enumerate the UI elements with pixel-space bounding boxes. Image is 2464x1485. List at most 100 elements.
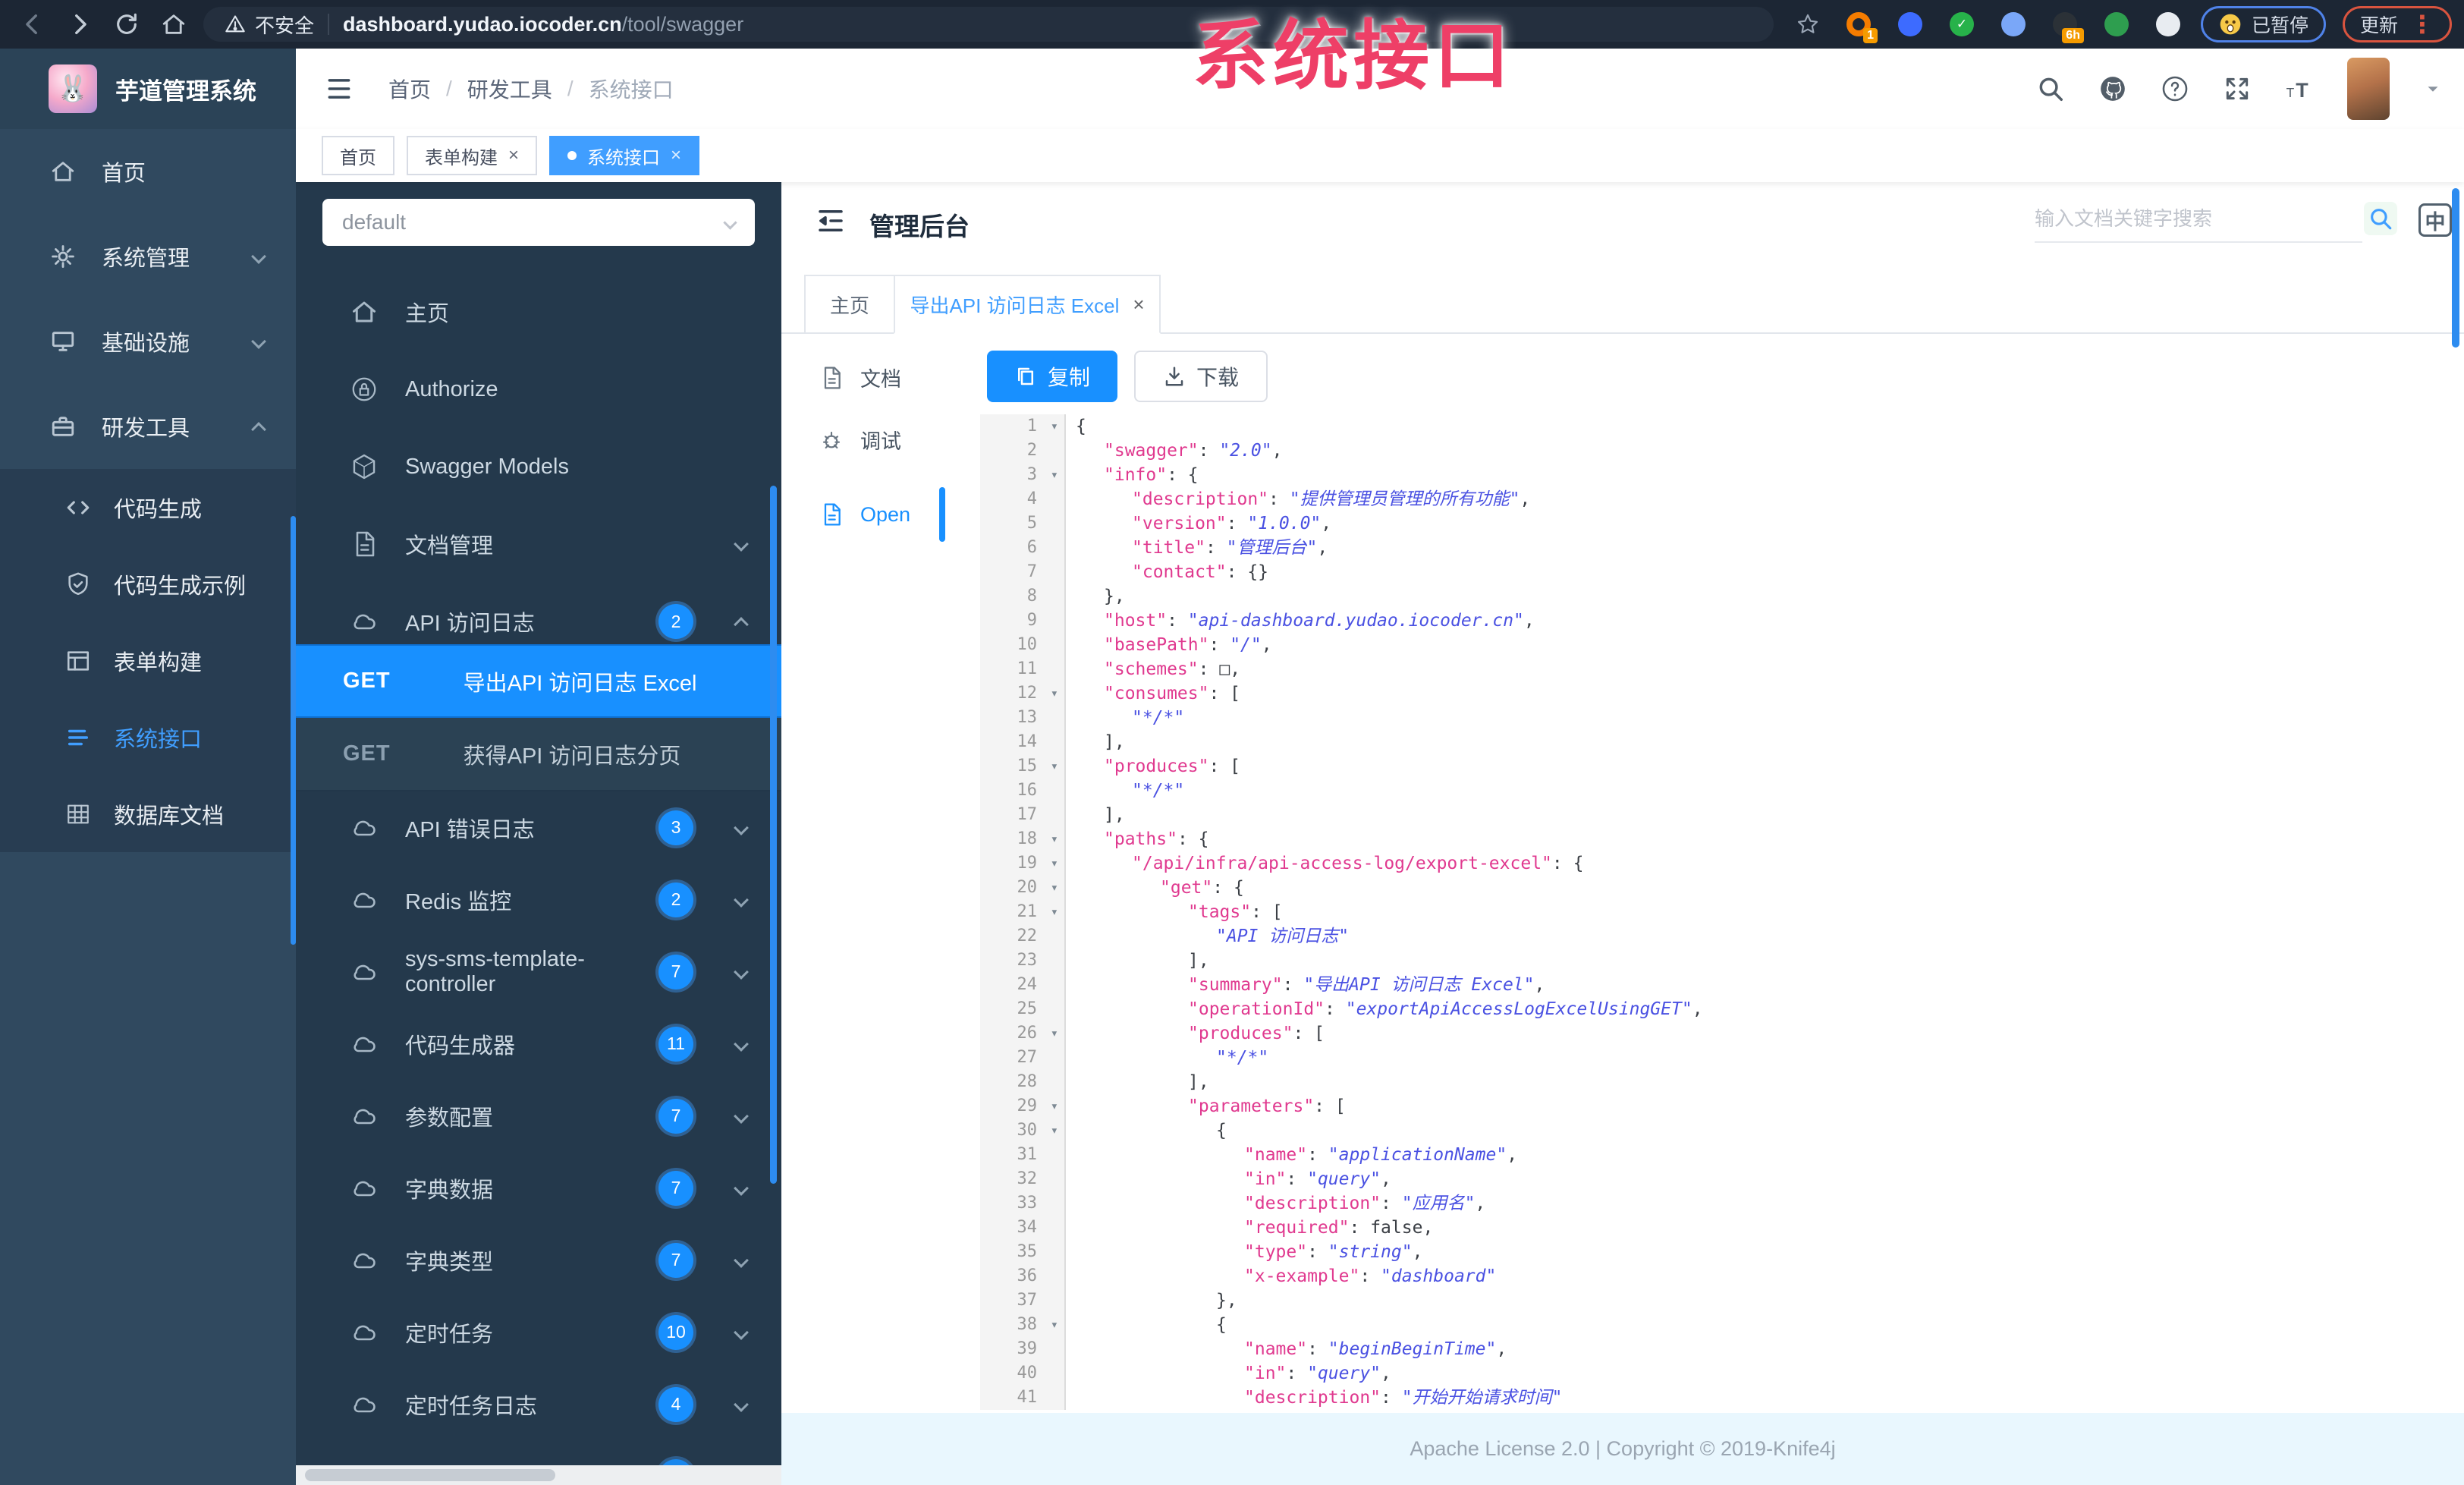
- line-number[interactable]: 19 ▾: [980, 851, 1066, 876]
- close-icon[interactable]: ×: [671, 145, 681, 166]
- line-number[interactable]: 5: [980, 511, 1066, 536]
- tag-tab[interactable]: 表单构建 ×: [407, 136, 538, 175]
- sidebar-subitem[interactable]: 代码生成示例: [0, 546, 296, 622]
- line-number[interactable]: 12 ▾: [980, 681, 1066, 706]
- api-operation-item[interactable]: GET 导出API 访问日志 Excel: [296, 644, 781, 718]
- fold-icon[interactable]: ▾: [1051, 900, 1058, 924]
- fold-icon[interactable]: ▾: [1051, 827, 1058, 851]
- menu-fold-icon[interactable]: [815, 205, 847, 237]
- line-number[interactable]: 34: [980, 1216, 1066, 1240]
- line-number[interactable]: 4: [980, 487, 1066, 511]
- rail-item-0[interactable]: 文档: [819, 363, 901, 392]
- line-number[interactable]: 7: [980, 560, 1066, 584]
- swagger-menu-item[interactable]: 代码生成器 11: [296, 1008, 781, 1080]
- fold-icon[interactable]: ▾: [1051, 1021, 1058, 1046]
- rail-item-1[interactable]: 调试: [819, 425, 901, 455]
- line-number[interactable]: 32: [980, 1167, 1066, 1191]
- line-number[interactable]: 20 ▾: [980, 876, 1066, 900]
- fullscreen-icon[interactable]: [2223, 74, 2252, 103]
- font-size-icon[interactable]: TT: [2285, 74, 2314, 103]
- hscrollbar-thumb[interactable]: [305, 1469, 555, 1481]
- line-number[interactable]: 2: [980, 439, 1066, 463]
- line-number[interactable]: 10: [980, 633, 1066, 657]
- line-number[interactable]: 37: [980, 1288, 1066, 1313]
- browser-forward-icon[interactable]: [67, 11, 93, 37]
- fold-icon[interactable]: ▾: [1051, 414, 1058, 439]
- line-number[interactable]: 27: [980, 1046, 1066, 1070]
- api-group-select[interactable]: default: [322, 199, 755, 246]
- line-number[interactable]: 25: [980, 997, 1066, 1021]
- line-number[interactable]: 17: [980, 803, 1066, 827]
- tag-tab[interactable]: 系统接口 ×: [549, 136, 700, 175]
- main-scrollbar[interactable]: [2452, 188, 2459, 348]
- swagger-menu-item[interactable]: Authorize: [296, 351, 781, 428]
- download-button[interactable]: 下载: [1134, 351, 1268, 402]
- fold-icon[interactable]: ▾: [1051, 1118, 1058, 1143]
- browser-extension-icon[interactable]: [1997, 8, 2029, 40]
- browser-back-icon[interactable]: [20, 11, 46, 37]
- line-number[interactable]: 24: [980, 973, 1066, 997]
- breadcrumb-item[interactable]: 首页: [388, 74, 431, 104]
- browser-extension-icon[interactable]: ✓: [1946, 8, 1978, 40]
- swagger-sidebar-hscrollbar[interactable]: [296, 1465, 781, 1485]
- line-number[interactable]: 22: [980, 924, 1066, 949]
- sidebar-item[interactable]: 基础设施: [0, 299, 296, 384]
- swagger-menu-item[interactable]: 文档管理: [296, 505, 781, 583]
- document-tab[interactable]: 导出API 访问日志 Excel ×: [894, 275, 1161, 334]
- chrome-update-button[interactable]: 更新 ⋮: [2342, 6, 2452, 42]
- browser-extension-icon[interactable]: [2101, 8, 2132, 40]
- swagger-menu-item[interactable]: 字典数据 7: [296, 1152, 781, 1224]
- sidebar-item[interactable]: 研发工具: [0, 384, 296, 469]
- close-icon[interactable]: ×: [508, 145, 519, 166]
- line-number[interactable]: 40: [980, 1361, 1066, 1386]
- swagger-menu-item[interactable]: Redis 监控 2: [296, 864, 781, 936]
- github-icon[interactable]: [2098, 74, 2127, 103]
- line-number[interactable]: 36: [980, 1264, 1066, 1288]
- line-number[interactable]: 28: [980, 1070, 1066, 1094]
- sidebar-subitem[interactable]: 数据库文档: [0, 776, 296, 852]
- chevron-down-icon[interactable]: [2423, 79, 2443, 99]
- line-number[interactable]: 39: [980, 1337, 1066, 1361]
- line-number[interactable]: 23: [980, 949, 1066, 973]
- extension-paused-pill[interactable]: 已暂停: [2200, 6, 2326, 42]
- browser-extension-icon[interactable]: 1: [1843, 8, 1878, 43]
- app-logo[interactable]: 🐰 芋道管理系统: [0, 49, 296, 129]
- line-number[interactable]: 38 ▾: [980, 1313, 1066, 1337]
- browser-extension-icon[interactable]: [1894, 8, 1926, 40]
- swagger-menu-item[interactable]: 字典类型 7: [296, 1224, 781, 1296]
- line-number[interactable]: 14: [980, 730, 1066, 754]
- line-number[interactable]: 26 ▾: [980, 1021, 1066, 1046]
- line-number[interactable]: 6: [980, 536, 1066, 560]
- swagger-menu-item[interactable]: Swagger Models: [296, 428, 781, 505]
- language-icon[interactable]: 中: [2418, 203, 2452, 237]
- browser-extension-icon[interactable]: [2152, 8, 2184, 40]
- browser-menu-icon[interactable]: ⋮: [2410, 10, 2434, 39]
- line-number[interactable]: 13: [980, 706, 1066, 730]
- fold-icon[interactable]: ▾: [1051, 463, 1058, 487]
- sidebar-scrollbar[interactable]: [291, 516, 296, 945]
- line-number[interactable]: 41: [980, 1386, 1066, 1410]
- line-number[interactable]: 31: [980, 1143, 1066, 1167]
- line-number[interactable]: 11: [980, 657, 1066, 681]
- sidebar-subitem[interactable]: 表单构建: [0, 622, 296, 699]
- swagger-menu-item[interactable]: API 错误日志 3: [296, 791, 781, 864]
- swagger-menu-item[interactable]: 主页: [296, 273, 781, 351]
- browser-reload-icon[interactable]: [114, 11, 140, 37]
- swagger-menu-item[interactable]: 定时任务 10: [296, 1296, 781, 1368]
- doc-search-input[interactable]: [2035, 196, 2362, 243]
- search-icon[interactable]: [2036, 74, 2065, 103]
- swagger-sidebar-scrollbar[interactable]: [770, 486, 777, 1184]
- rail-item-2[interactable]: Open: [819, 502, 910, 527]
- tag-tab[interactable]: 首页: [322, 136, 394, 175]
- fold-icon[interactable]: ▾: [1051, 876, 1058, 900]
- line-number[interactable]: 8: [980, 584, 1066, 609]
- line-number[interactable]: 29 ▾: [980, 1094, 1066, 1118]
- api-operation-item[interactable]: GET 获得API 访问日志分页: [296, 718, 781, 791]
- doc-search-icon[interactable]: [2364, 202, 2397, 235]
- browser-home-icon[interactable]: [161, 11, 187, 37]
- close-icon[interactable]: ×: [1133, 293, 1144, 316]
- copy-button[interactable]: 复制: [987, 351, 1117, 402]
- swagger-json-editor[interactable]: 1 ▾ { 2 "swagger": "2.0", 3 ▾ "info": { 4 …: [980, 414, 2452, 1413]
- avatar[interactable]: [2347, 58, 2390, 120]
- breadcrumb-item[interactable]: 研发工具: [467, 74, 552, 104]
